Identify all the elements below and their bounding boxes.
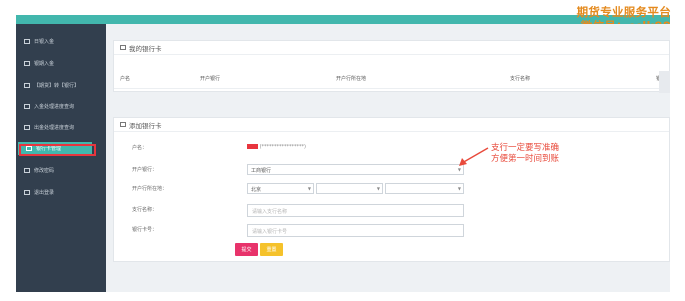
district-select[interactable]: ▼ bbox=[385, 183, 464, 194]
bank-label: 开户银行： bbox=[132, 167, 158, 173]
lock-icon bbox=[24, 167, 30, 173]
column-header: 开户银行 bbox=[200, 76, 221, 82]
sidebar-item-futures-deposit[interactable]: 银期入金 bbox=[16, 52, 106, 74]
chart-icon bbox=[24, 124, 30, 130]
highlight-box bbox=[19, 144, 96, 156]
card-icon bbox=[24, 38, 30, 44]
annotation-arrow-icon bbox=[459, 147, 489, 166]
branch-input[interactable]: 请输入支行名称 bbox=[247, 204, 464, 217]
scrollbar[interactable] bbox=[659, 71, 670, 93]
chart-icon bbox=[24, 103, 30, 109]
card-number-row: 银行卡号： 请输入银行卡号 bbox=[114, 224, 669, 237]
name-value: (*****************) bbox=[247, 144, 306, 150]
chevron-down-icon: ▼ bbox=[457, 186, 461, 191]
monitor-icon bbox=[24, 82, 30, 88]
column-header: 户名 bbox=[120, 76, 131, 82]
add-card-title: 添加银行卡 bbox=[129, 121, 162, 130]
card-number-placeholder: 请输入银行卡号 bbox=[252, 229, 288, 235]
card-number-input[interactable]: 请输入银行卡号 bbox=[247, 224, 464, 237]
sidebar-item-withdraw-progress[interactable]: 出金处理进度查询 bbox=[16, 116, 106, 138]
reset-button[interactable]: 重置 bbox=[260, 243, 283, 256]
sidebar-item-deposit-progress[interactable]: 入金处理进度查询 bbox=[16, 95, 106, 117]
branch-placeholder: 请输入支行名称 bbox=[252, 209, 288, 215]
province-select[interactable]: 北京 ▼ bbox=[247, 183, 314, 194]
sidebar-item-label: 银期入金 bbox=[34, 60, 55, 67]
add-card-panel: 添加银行卡 户名： (*****************) 开户银行： 工商银行… bbox=[113, 117, 670, 262]
branch-label: 支行名称： bbox=[132, 207, 158, 213]
logout-icon bbox=[24, 189, 30, 195]
column-header: 开户行所在地 bbox=[336, 76, 367, 82]
submit-button[interactable]: 提交 bbox=[235, 243, 258, 256]
masked-id: (*****************) bbox=[259, 144, 306, 150]
city-select[interactable]: ▼ bbox=[316, 183, 383, 194]
annotation-line: 支行一定要写准确 bbox=[491, 143, 560, 153]
panel-header: 我的银行卡 bbox=[114, 41, 669, 55]
annotation-note: 支行一定要写准确 方便第一时间到账 bbox=[491, 143, 559, 165]
location-label: 开户行所在地： bbox=[132, 186, 168, 192]
sidebar-item-change-password[interactable]: 修改密码 bbox=[16, 159, 106, 181]
annotation-line: 方便第一时间到账 bbox=[491, 154, 560, 164]
brand-title: 期货专业服务平台 bbox=[576, 5, 671, 19]
redacted-name bbox=[247, 144, 258, 149]
chevron-down-icon: ▼ bbox=[376, 186, 380, 191]
card-number-label: 银行卡号： bbox=[132, 227, 158, 233]
bank-select-value: 工商银行 bbox=[251, 168, 272, 174]
sidebar: 日银入金 银期入金 【期货】转【银行】 入金处理进度查询 出金处理进度查询 银行… bbox=[16, 24, 106, 292]
screenshot-frame: 期货专业服务平台 微信号：cclk88 日银入金 银期入金 【期货】转【银行】 … bbox=[0, 0, 685, 301]
sidebar-item-label: 入金处理进度查询 bbox=[34, 103, 75, 110]
sidebar-item-bank-deposit[interactable]: 日银入金 bbox=[16, 30, 106, 52]
name-row: 户名： (*****************) bbox=[114, 142, 669, 154]
location-row: 开户行所在地： 北京 ▼ ▼ ▼ bbox=[114, 183, 669, 195]
sidebar-item-label: 出金处理进度查询 bbox=[34, 124, 75, 131]
my-cards-title: 我的银行卡 bbox=[129, 44, 162, 53]
name-label: 户名： bbox=[132, 145, 148, 151]
sidebar-item-label: 【期货】转【银行】 bbox=[34, 82, 80, 89]
sidebar-item-label: 日银入金 bbox=[34, 38, 55, 45]
branch-row: 支行名称： 请输入支行名称 bbox=[114, 204, 669, 217]
top-header-bar bbox=[16, 15, 670, 24]
sidebar-item-label: 退出登录 bbox=[34, 189, 55, 196]
panel-header: 添加银行卡 bbox=[114, 118, 669, 132]
sidebar-item-futures-to-bank[interactable]: 【期货】转【银行】 bbox=[16, 74, 106, 96]
card-icon bbox=[120, 45, 126, 50]
sidebar-item-logout[interactable]: 退出登录 bbox=[16, 181, 106, 203]
card-icon bbox=[24, 60, 30, 66]
bank-row: 开户银行： 工商银行 ▼ bbox=[114, 164, 669, 176]
bank-select[interactable]: 工商银行 ▼ bbox=[247, 164, 464, 175]
card-icon bbox=[120, 122, 126, 127]
province-select-value: 北京 bbox=[251, 187, 262, 193]
sidebar-item-label: 修改密码 bbox=[34, 167, 55, 174]
chevron-down-icon: ▼ bbox=[307, 186, 311, 191]
column-header: 支行名称 bbox=[510, 76, 531, 82]
my-cards-panel: 我的银行卡 户名 开户银行 开户行所在地 支行名称 银行 bbox=[113, 40, 670, 92]
actions-row: 提交 重置 bbox=[114, 243, 669, 256]
table-header-row: 户名 开户银行 开户行所在地 支行名称 银行 bbox=[114, 69, 669, 89]
